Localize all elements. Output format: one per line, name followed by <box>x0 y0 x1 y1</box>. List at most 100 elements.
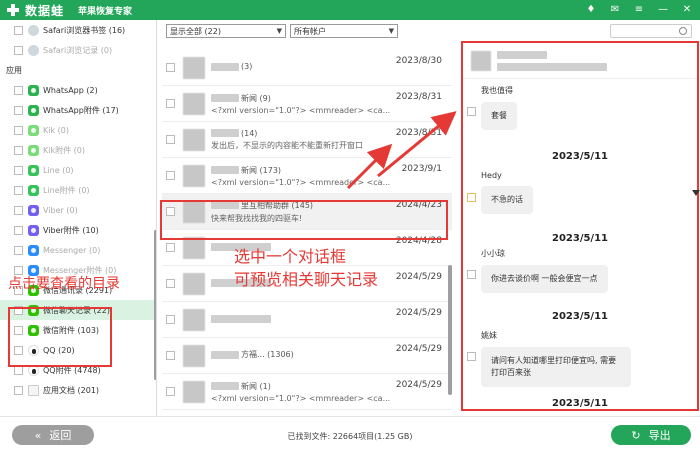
mail-icon[interactable]: ✉ <box>608 3 622 17</box>
sidebar-item-label: Kik附件 (0) <box>43 145 85 155</box>
document-icon <box>28 384 39 396</box>
conversation-preview: <?xml version="1.0"?> <mmreader> <ca... <box>211 177 391 187</box>
search-input[interactable] <box>610 24 692 38</box>
sidebar-item[interactable]: WhatsApp附件 (17) <box>0 100 156 120</box>
sidebar-item-label: Line附件 (0) <box>43 185 90 195</box>
app-logo: 数据蛙 <box>6 2 64 19</box>
sidebar-item[interactable]: Kik附件 (0) <box>0 140 156 160</box>
annotation-left: 点击要查看的目录 <box>8 276 120 292</box>
chat-date-separator: 2023/5/11 <box>551 311 608 322</box>
sidebar-item-label: WhatsApp (2) <box>43 85 98 95</box>
line-icon <box>28 184 39 196</box>
checkbox[interactable] <box>14 145 23 155</box>
conversation-row[interactable]: 方福... (1306) 2024/5/29 <box>162 338 452 374</box>
checkbox[interactable] <box>467 107 476 116</box>
viber-icon <box>28 204 39 216</box>
conversation-title-text: 方福... (1306) <box>241 350 294 359</box>
conversation-date: 2024/5/29 <box>395 380 442 390</box>
diamond-icon[interactable]: ♦ <box>584 3 598 17</box>
checkbox[interactable] <box>166 387 175 396</box>
sidebar-scrollbar[interactable] <box>154 230 156 380</box>
checkbox[interactable] <box>467 193 476 202</box>
conversation-preview: <?xml version="1.0"?> <mmreader> <ca... <box>211 393 391 403</box>
sidebar-item-label: Safari浏览器书签 (16) <box>43 25 126 35</box>
chevron-down-icon: ▼ <box>388 27 394 35</box>
title-bar: 数据蛙 苹果恢复专家 ♦ ✉ ≡ — ✕ <box>0 0 700 20</box>
safari-icon <box>28 24 39 36</box>
checkbox[interactable] <box>14 245 23 255</box>
checkbox[interactable] <box>14 165 23 175</box>
export-button-label: 导出 <box>648 429 671 442</box>
sidebar-item[interactable]: 应用文档 (201) <box>0 380 156 400</box>
chat-bubble: 你进去谈价啊 一般会便宜一点 <box>481 265 608 293</box>
checkbox[interactable] <box>14 125 23 135</box>
sidebar-item-label: Messenger (0) <box>43 245 101 255</box>
sidebar-item-label: Kik (0) <box>43 125 69 135</box>
close-icon[interactable]: ✕ <box>680 3 694 17</box>
conversation-date: 2024/5/29 <box>395 308 442 318</box>
checkbox[interactable] <box>14 25 23 35</box>
checkbox[interactable] <box>166 279 175 288</box>
checkbox[interactable] <box>166 99 175 108</box>
messenger-icon <box>28 244 39 256</box>
minimize-icon[interactable]: — <box>656 3 670 17</box>
conversation-row[interactable]: 新闻 (1) <?xml version="1.0"?> <mmreader> <… <box>162 374 452 410</box>
conversation-date: 2023/8/31 <box>395 128 442 138</box>
chat-sender: Hedy <box>481 171 502 180</box>
sidebar-item-label: Safari浏览记录 (0) <box>43 45 113 55</box>
checkbox[interactable] <box>14 385 23 395</box>
show-all-select[interactable]: 显示全部 (22) ▼ <box>166 24 286 38</box>
export-button[interactable]: ↻ 导出 <box>611 425 691 445</box>
sidebar-item-safari-bookmarks[interactable]: Safari浏览器书签 (16) <box>0 20 156 40</box>
checkbox[interactable] <box>166 63 175 72</box>
chat-message: 小小琼 你进去谈价啊 一般会便宜一点 <box>481 248 608 293</box>
checkbox[interactable] <box>14 85 23 95</box>
checkbox[interactable] <box>14 45 23 55</box>
checkbox[interactable] <box>14 225 23 235</box>
kik-icon <box>28 124 39 136</box>
chat-date-separator: 2023/5/11 <box>551 398 608 409</box>
sidebar-item[interactable]: Viber附件 (10) <box>0 220 156 240</box>
sidebar-item[interactable]: Messenger (0) <box>0 240 156 260</box>
annotation-middle-line2: 可预览相关聊天记录 <box>234 270 379 289</box>
sidebar-item-safari-history[interactable]: Safari浏览记录 (0) <box>0 40 156 60</box>
conversation-row[interactable]: 新闻 (173) <?xml version="1.0"?> <mmreader>… <box>162 158 452 194</box>
kik-icon <box>28 144 39 156</box>
checkbox[interactable] <box>166 171 175 180</box>
sidebar-item[interactable]: Line附件 (0) <box>0 180 156 200</box>
sidebar-item[interactable]: Viber (0) <box>0 200 156 220</box>
avatar <box>471 50 491 71</box>
sidebar-item[interactable]: Line (0) <box>0 160 156 180</box>
account-select-value: 所有帐户 <box>294 26 326 36</box>
sidebar-item[interactable]: WhatsApp (2) <box>0 80 156 100</box>
checkbox[interactable] <box>166 351 175 360</box>
sidebar-item-label: WhatsApp附件 (17) <box>43 105 119 115</box>
scroll-down-icon[interactable] <box>692 190 700 196</box>
checkbox[interactable] <box>467 352 476 361</box>
account-select[interactable]: 所有帐户 ▼ <box>290 24 398 38</box>
conversation-title-text: 新闻 (9) <box>241 93 271 103</box>
checkbox[interactable] <box>166 315 175 324</box>
status-text: 已找到文件: 22664项目(1.25 GB) <box>287 432 413 441</box>
annotation-middle: 选中一个对话框 可预览相关聊天记录 <box>234 245 378 291</box>
conversation-row[interactable]: (3) 2023/8/30 <box>162 50 452 86</box>
checkbox[interactable] <box>14 205 23 215</box>
checkbox[interactable] <box>14 185 23 195</box>
checkbox[interactable] <box>14 105 23 115</box>
conversation-preview: 发出后，不显示的内容能不能重新打开窗口 <box>211 140 363 150</box>
conversation-row[interactable]: 2024/5/29 <box>162 302 452 338</box>
conversation-title-text: 新闻 (1) <box>241 381 271 391</box>
checkbox[interactable] <box>467 270 476 279</box>
chat-preview-panel: 我也值得 套餐 2023/5/11 Hedy 不急的话 2023/5/11 小小琼 你进去谈价… <box>461 41 699 411</box>
safari-icon <box>28 44 39 56</box>
conversation-row[interactable]: (14) 发出后，不显示的内容能不能重新打开窗口 2023/8/31 <box>162 122 452 158</box>
conversation-row[interactable]: 新闻 (9) <?xml version="1.0"?> <mmreader> <… <box>162 86 452 122</box>
annotation-middle-line1: 选中一个对话框 <box>234 247 347 266</box>
menu-icon[interactable]: ≡ <box>632 3 646 17</box>
sidebar-item-label: Viber (0) <box>43 205 78 215</box>
avatar <box>183 344 205 367</box>
checkbox[interactable] <box>166 135 175 144</box>
checkbox[interactable] <box>166 243 175 252</box>
conversation-scrollbar[interactable] <box>448 265 452 395</box>
sidebar-item[interactable]: Kik (0) <box>0 120 156 140</box>
